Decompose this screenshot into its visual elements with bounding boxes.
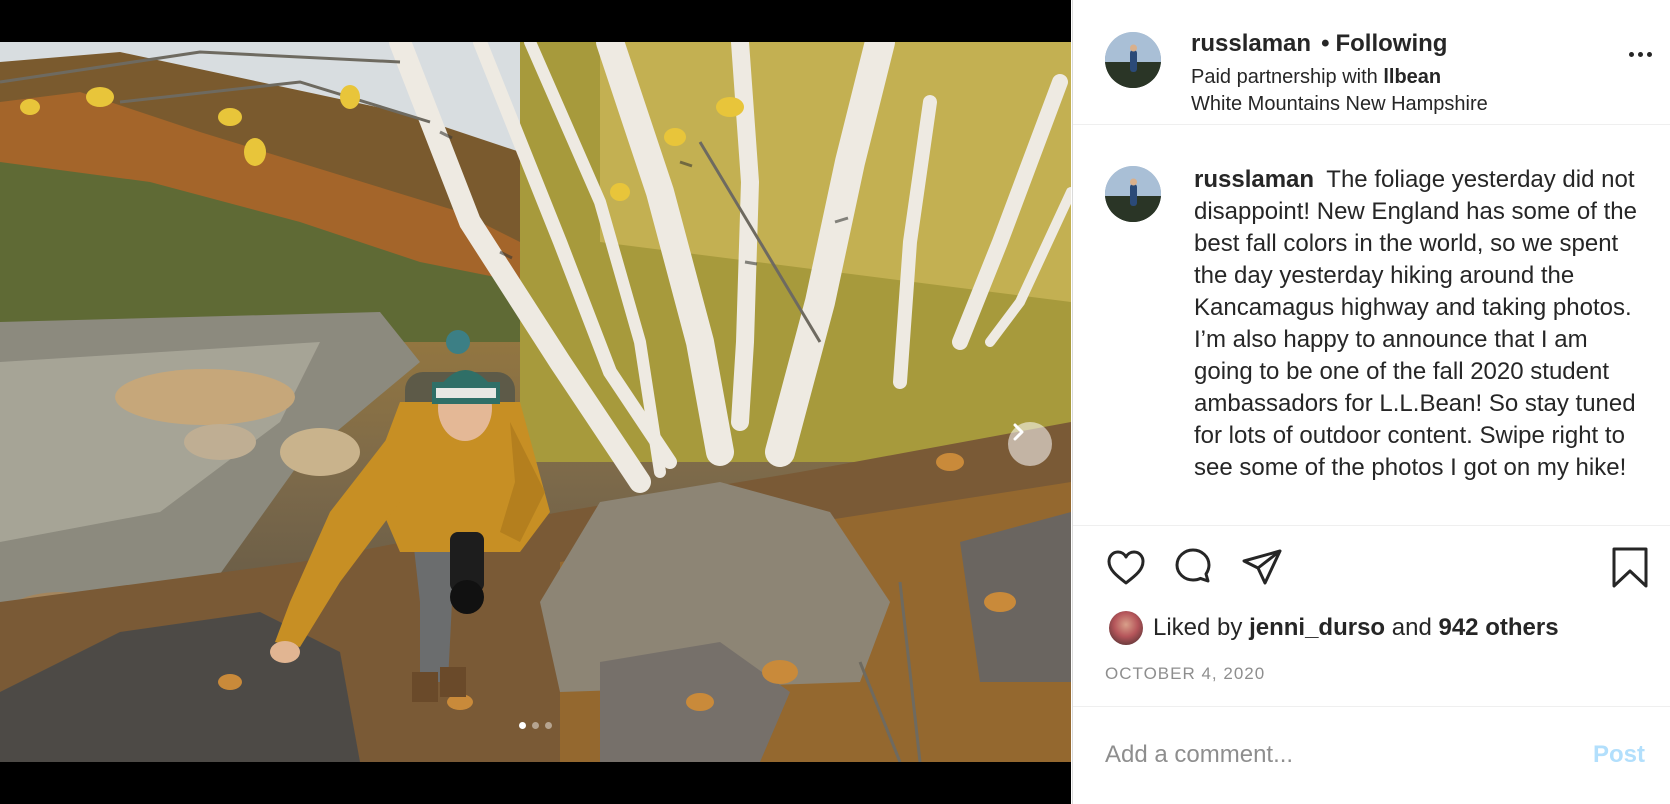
- avatar-image: [1105, 32, 1161, 88]
- more-icon-dot: [1638, 52, 1643, 57]
- caption-section: russlaman The foliage yesterday did not …: [1073, 126, 1670, 526]
- post-comment-button[interactable]: Post: [1593, 741, 1645, 769]
- comment-form: Post: [1073, 706, 1670, 804]
- share-icon: [1242, 549, 1282, 585]
- paid-partnership: Paid partnership with llbean: [1191, 66, 1611, 89]
- save-button[interactable]: [1607, 545, 1653, 591]
- follow-status[interactable]: • Following: [1321, 30, 1447, 58]
- header-user-row: russlaman • Following: [1191, 30, 1611, 58]
- author-avatar[interactable]: [1105, 32, 1161, 88]
- follow-bullet: •: [1321, 30, 1330, 57]
- author-username[interactable]: russlaman: [1191, 30, 1311, 58]
- bookmark-icon: [1612, 547, 1648, 588]
- partner-link[interactable]: llbean: [1383, 66, 1441, 88]
- likes-joiner: and: [1391, 614, 1432, 641]
- post-location[interactable]: White Mountains New Hampshire: [1191, 93, 1611, 116]
- heart-icon: [1107, 550, 1145, 585]
- liker-avatar[interactable]: [1109, 611, 1143, 645]
- post-header-info: russlaman • Following Paid partnership wi…: [1191, 30, 1611, 116]
- comment-input[interactable]: [1105, 737, 1535, 773]
- avatar-image: [1105, 166, 1161, 222]
- photo-illustration: [0, 42, 1071, 762]
- post-details-panel: russlaman • Following Paid partnership wi…: [1072, 0, 1670, 804]
- carousel-dot: [545, 722, 552, 729]
- partnership-label: Paid partnership with: [1191, 66, 1378, 88]
- carousel-dot-active: [519, 722, 526, 729]
- likes-prefix: Liked by: [1153, 614, 1243, 641]
- post-header: russlaman • Following Paid partnership wi…: [1073, 0, 1670, 125]
- chevron-right-icon: [1013, 423, 1024, 441]
- likes-count[interactable]: 942 others: [1438, 614, 1558, 641]
- follow-status-label: Following: [1335, 30, 1448, 57]
- carousel-next-button[interactable]: [1008, 422, 1052, 466]
- caption-username[interactable]: russlaman: [1194, 166, 1314, 193]
- share-button[interactable]: [1239, 545, 1285, 591]
- post-media: [0, 0, 1071, 804]
- comment-button[interactable]: [1170, 545, 1216, 591]
- caption-text: The foliage yesterday did not disappoint…: [1194, 166, 1637, 481]
- comment-icon: [1175, 548, 1211, 583]
- post-date[interactable]: OCTOBER 4, 2020: [1105, 664, 1265, 684]
- caption-author-avatar[interactable]: [1105, 166, 1161, 222]
- more-icon: [1629, 52, 1634, 57]
- carousel-dot: [532, 722, 539, 729]
- action-bar: [1073, 545, 1670, 593]
- more-options-button[interactable]: [1629, 52, 1652, 57]
- likes-summary: Liked by jenni_durso and 942 others: [1109, 610, 1559, 646]
- carousel-indicators: [0, 722, 1071, 734]
- post-caption: russlaman The foliage yesterday did not …: [1194, 164, 1644, 484]
- likes-text: Liked by jenni_durso and 942 others: [1153, 614, 1559, 642]
- more-icon-dot: [1647, 52, 1652, 57]
- liker-username[interactable]: jenni_durso: [1249, 614, 1385, 641]
- like-button[interactable]: [1103, 545, 1149, 591]
- post-photo[interactable]: [0, 42, 1071, 762]
